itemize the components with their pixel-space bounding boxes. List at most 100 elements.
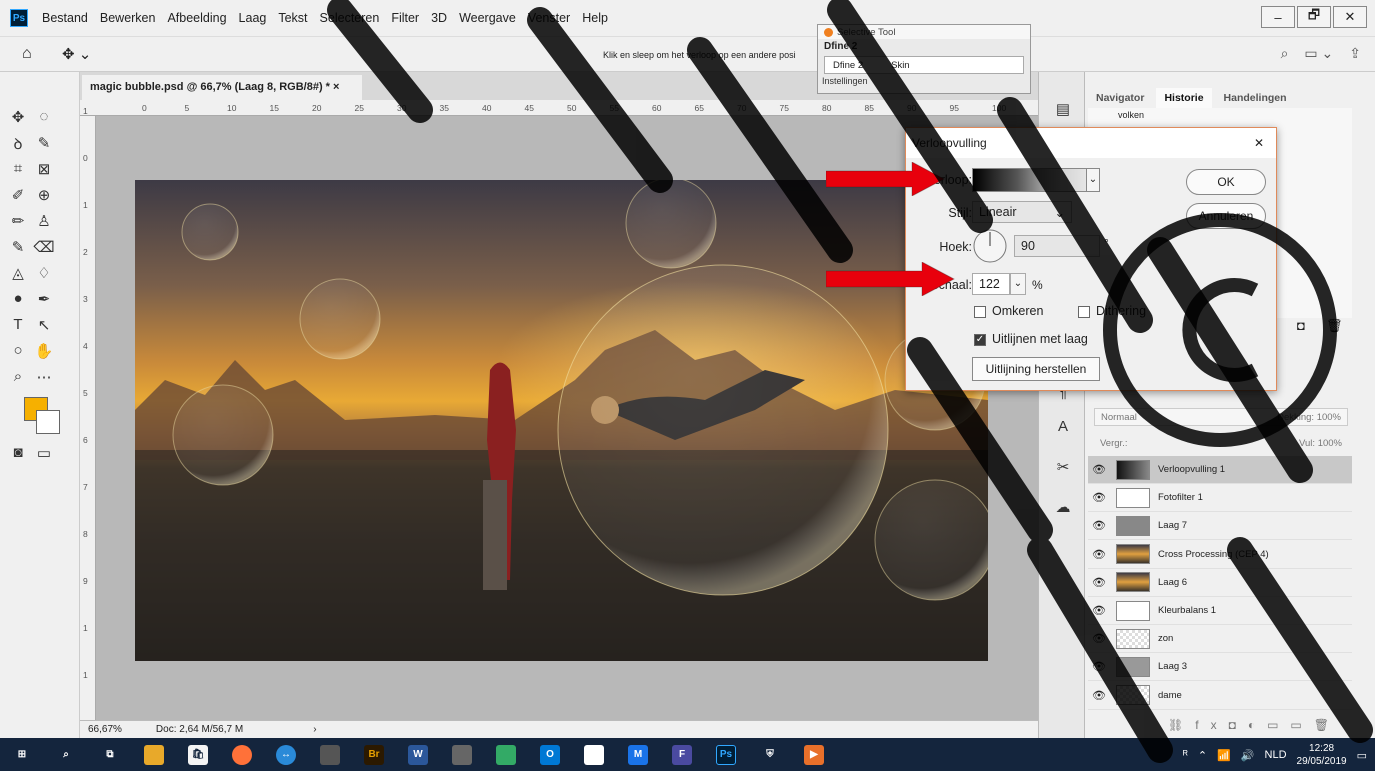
layer-actions[interactable]: ⛓fx◘◐▭▭🗑 bbox=[1168, 718, 1341, 732]
firefox-icon[interactable] bbox=[232, 744, 252, 765]
layer-row[interactable]: 👁 Kleurbalans 1 bbox=[1088, 597, 1352, 625]
screen-mode-icon[interactable]: ▭ bbox=[32, 444, 56, 462]
angle-input[interactable]: 90 bbox=[1014, 235, 1100, 257]
move-tool-icon[interactable]: ✥ ⌄ bbox=[62, 45, 91, 63]
layer-row[interactable]: 👁 dame bbox=[1088, 682, 1352, 710]
photoshop-taskbar-icon[interactable]: Ps bbox=[716, 744, 736, 765]
selective-settings[interactable]: Instellingen bbox=[818, 76, 1030, 86]
visibility-eye-icon[interactable]: 👁 bbox=[1088, 463, 1110, 476]
angle-dial[interactable] bbox=[972, 228, 1008, 264]
visibility-eye-icon[interactable]: 👁 bbox=[1088, 689, 1110, 702]
language-indicator[interactable]: NLD bbox=[1265, 749, 1287, 761]
close-button[interactable]: ✕ bbox=[1333, 6, 1367, 28]
quick-mask-icon[interactable]: ◙ bbox=[6, 444, 30, 461]
file-explorer-icon[interactable] bbox=[144, 744, 164, 765]
blur-tool-icon[interactable]: ♢ bbox=[32, 264, 56, 282]
crop-tool-icon[interactable]: ⌗ bbox=[6, 160, 30, 177]
visibility-eye-icon[interactable]: 👁 bbox=[1088, 548, 1110, 561]
selective-col1[interactable]: Dfine 2 bbox=[833, 60, 863, 71]
snapshot-icon[interactable]: ◘ bbox=[1297, 318, 1305, 333]
visibility-eye-icon[interactable]: 👁 bbox=[1088, 604, 1110, 617]
background-color-swatch[interactable] bbox=[36, 410, 60, 434]
layer-row[interactable]: 👁 Laag 7 bbox=[1088, 512, 1352, 541]
fill-field[interactable]: 100% bbox=[1318, 438, 1342, 449]
word-icon[interactable]: W bbox=[408, 744, 428, 765]
menu-item-tekst[interactable]: Tekst bbox=[278, 11, 307, 25]
people-icon[interactable]: ᴿ bbox=[1183, 749, 1188, 761]
bridge-icon[interactable]: Br bbox=[364, 744, 384, 765]
frame-tool-icon[interactable]: ⊠ bbox=[32, 160, 56, 178]
notepad-icon[interactable] bbox=[584, 744, 604, 765]
visibility-eye-icon[interactable]: 👁 bbox=[1088, 632, 1110, 645]
align-layer-checkbox[interactable]: ✓ bbox=[974, 334, 986, 346]
home-icon[interactable]: ⌂ bbox=[22, 45, 32, 63]
photoshop-logo-icon[interactable]: Ps bbox=[10, 9, 28, 27]
task-view-icon[interactable]: ⧉ bbox=[100, 745, 120, 765]
minimize-button[interactable]: – bbox=[1261, 6, 1295, 28]
eraser-tool-icon[interactable]: ⌫ bbox=[32, 238, 56, 256]
app-icon-2[interactable] bbox=[496, 744, 516, 765]
paint-bucket-icon[interactable]: ◬ bbox=[6, 264, 30, 282]
share-icon[interactable]: ⇪ bbox=[1349, 45, 1361, 62]
menu-item-selecteren[interactable]: Selecteren bbox=[320, 11, 380, 25]
selective-col2[interactable]: Skin bbox=[891, 60, 909, 71]
network-icon[interactable]: 📶 bbox=[1217, 749, 1231, 762]
document-tab[interactable]: magic bubble.psd @ 66,7% (Laag 8, RGB/8#… bbox=[82, 75, 362, 100]
volume-icon[interactable]: 🔊 bbox=[1241, 749, 1255, 762]
layer-row[interactable]: 👁 Laag 3 bbox=[1088, 653, 1352, 682]
menu-item-filter[interactable]: Filter bbox=[391, 11, 419, 25]
restore-button[interactable]: 🗗 bbox=[1297, 6, 1331, 28]
marquee-tool-icon[interactable]: ◌ bbox=[32, 108, 56, 125]
history-brush-icon[interactable]: ✎ bbox=[6, 238, 30, 256]
menu-item-venster[interactable]: Venster bbox=[528, 11, 570, 25]
app-icon[interactable] bbox=[452, 744, 472, 765]
layer-row[interactable]: 👁 Cross Processing (CEP 4) bbox=[1088, 541, 1352, 569]
path-select-icon[interactable]: ↖ bbox=[32, 316, 56, 334]
quick-select-icon[interactable]: ✎ bbox=[32, 134, 56, 152]
menu-item-help[interactable]: Help bbox=[582, 11, 608, 25]
eyedropper-tool-icon[interactable]: ✐ bbox=[6, 186, 30, 204]
cc-libraries-icon[interactable]: ☁ bbox=[1051, 498, 1075, 516]
pen-tool-icon[interactable]: ✒ bbox=[32, 290, 56, 308]
dodge-tool-icon[interactable]: ● bbox=[6, 290, 30, 307]
tools-preset-icon[interactable]: ✂ bbox=[1051, 458, 1075, 476]
menu-item-bewerken[interactable]: Bewerken bbox=[100, 11, 156, 25]
menu-item-afbeelding[interactable]: Afbeelding bbox=[167, 11, 226, 25]
layer-row[interactable]: 👁 zon bbox=[1088, 625, 1352, 654]
visibility-eye-icon[interactable]: 👁 bbox=[1088, 491, 1110, 504]
dialog-close-button[interactable]: ✕ bbox=[1254, 136, 1264, 150]
clock[interactable]: 12:28 29/05/2019 bbox=[1297, 742, 1347, 768]
visibility-eye-icon[interactable]: 👁 bbox=[1088, 519, 1110, 532]
more-tools-icon[interactable]: ⋯ bbox=[32, 368, 56, 386]
visibility-eye-icon[interactable]: 👁 bbox=[1088, 576, 1110, 589]
gradient-picker[interactable] bbox=[972, 168, 1100, 192]
type-tool-icon[interactable]: T bbox=[6, 316, 30, 333]
search-icon[interactable]: ⌕ bbox=[1281, 45, 1289, 62]
visibility-eye-icon[interactable]: 👁 bbox=[1088, 660, 1110, 673]
camera-app-icon[interactable] bbox=[320, 744, 340, 765]
dither-checkbox[interactable] bbox=[1078, 306, 1090, 318]
outlook-icon[interactable]: O bbox=[540, 744, 560, 765]
cancel-button[interactable]: Annuleren bbox=[1186, 203, 1266, 229]
shape-tool-icon[interactable]: ○ bbox=[6, 342, 30, 359]
lasso-tool-icon[interactable]: ꝺ bbox=[6, 134, 30, 154]
trash-icon[interactable]: 🗑 bbox=[1326, 318, 1343, 334]
shield-icon[interactable]: ⛨ bbox=[760, 745, 780, 765]
notifications-icon[interactable]: ▭ bbox=[1357, 749, 1367, 762]
tab-navigator[interactable]: Navigator bbox=[1088, 88, 1152, 108]
artwork-canvas[interactable] bbox=[135, 180, 988, 661]
healing-tool-icon[interactable]: ⊕ bbox=[32, 186, 56, 204]
scale-dropdown-icon[interactable]: ⌄ bbox=[1010, 273, 1026, 295]
layer-row[interactable]: 👁 Laag 6 bbox=[1088, 569, 1352, 597]
zoom-tool-icon[interactable]: ⌕ bbox=[6, 368, 30, 385]
teamviewer-icon[interactable]: ↔ bbox=[276, 744, 296, 765]
workspace-icon[interactable]: ▭ ⌄ bbox=[1304, 45, 1333, 62]
tab-actions[interactable]: Handelingen bbox=[1216, 88, 1295, 108]
search-icon[interactable]: ⌕ bbox=[56, 745, 76, 765]
layer-row[interactable]: 👁 Verloopvulling 1 bbox=[1088, 456, 1352, 484]
app-icon-5[interactable]: ▶ bbox=[804, 744, 824, 765]
menu-item-3d[interactable]: 3D bbox=[431, 11, 447, 25]
move-tool-icon[interactable]: ✥ bbox=[6, 108, 30, 126]
layer-row[interactable]: 👁 Fotofilter 1 bbox=[1088, 484, 1352, 513]
style-select[interactable]: Lineair ⌄ bbox=[972, 201, 1072, 223]
